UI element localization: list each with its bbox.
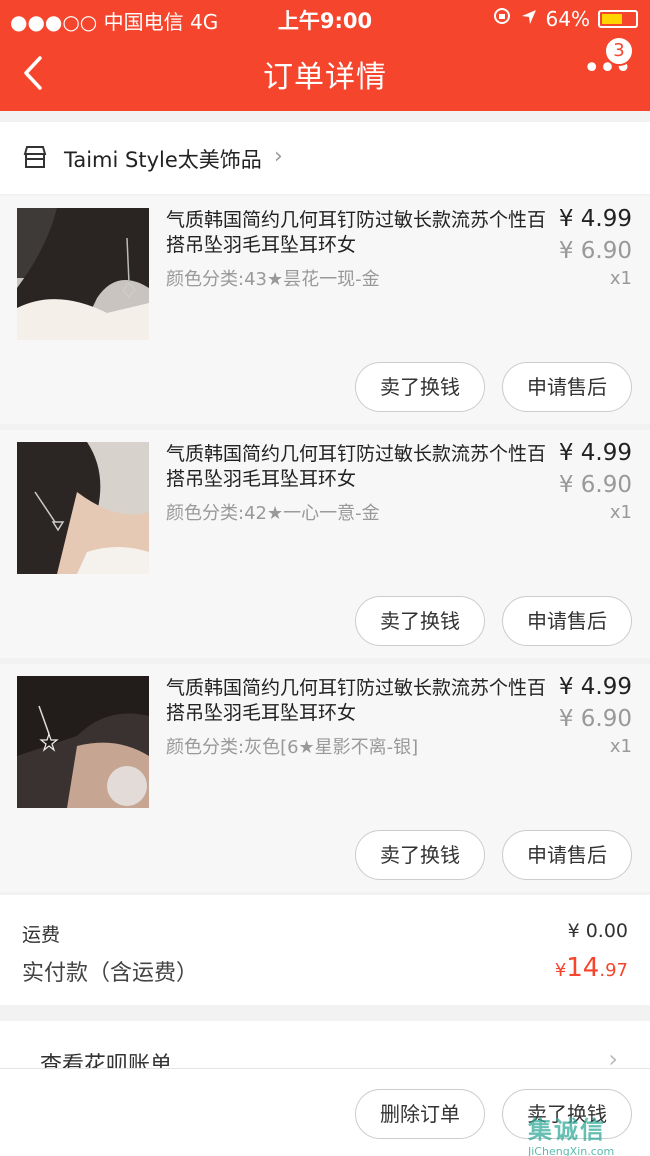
location-icon — [520, 7, 538, 31]
quantity: x1 — [609, 268, 632, 289]
store-icon — [22, 144, 48, 174]
sell-for-cash-button[interactable]: 卖了换钱 — [355, 362, 485, 412]
product-title: 气质韩国简约几何耳钉防过敏长款流苏个性百搭吊坠羽毛耳坠耳环女 — [166, 677, 547, 724]
status-bar: ●●●○○ 中国电信 4G 上午9:00 64% — [0, 0, 650, 36]
shipping-value: ¥ 0.00 — [567, 920, 628, 942]
paid-int: 14 — [566, 953, 600, 983]
paid-label: 实付款（含运费） — [22, 961, 199, 986]
after-sale-button[interactable]: 申请售后 — [502, 830, 632, 880]
watermark-logo: 集诚信 JiChengXin.com — [528, 1110, 646, 1156]
watermark-text: 集诚信 — [528, 1116, 606, 1144]
quantity: x1 — [609, 736, 632, 757]
product-title: 气质韩国简约几何耳钉防过敏长款流苏个性百搭吊坠羽毛耳坠耳环女 — [166, 209, 547, 256]
sell-for-cash-button[interactable]: 卖了换钱 — [355, 830, 485, 880]
order-item[interactable]: 气质韩国简约几何耳钉防过敏长款流苏个性百搭吊坠羽毛耳坠耳环女 颜色分类:灰色[6… — [0, 664, 650, 892]
order-item[interactable]: 气质韩国简约几何耳钉防过敏长款流苏个性百搭吊坠羽毛耳坠耳环女 颜色分类:43★昙… — [0, 196, 650, 424]
paid-currency: ¥ — [554, 960, 567, 981]
payment-summary: 运费 ¥ 0.00 实付款（含运费） ¥14.97 — [0, 895, 650, 1005]
rotation-lock-icon — [492, 6, 512, 31]
product-price: ¥ 4.99 — [558, 206, 632, 232]
product-title: 气质韩国简约几何耳钉防过敏长款流苏个性百搭吊坠羽毛耳坠耳环女 — [166, 443, 547, 490]
original-price: ¥ 6.90 — [558, 472, 632, 498]
original-price: ¥ 6.90 — [558, 238, 632, 264]
watermark-url: JiChengXin.com — [528, 1145, 615, 1156]
page-title: 订单详情 — [263, 60, 387, 95]
battery-icon — [598, 9, 638, 28]
chevron-right-icon: › — [274, 144, 283, 169]
shipping-label: 运费 — [22, 924, 61, 946]
paid-amount: ¥14.97 — [555, 953, 628, 983]
after-sale-button[interactable]: 申请售后 — [502, 362, 632, 412]
product-price: ¥ 4.99 — [558, 440, 632, 466]
status-right: 64% — [492, 6, 638, 31]
after-sale-button[interactable]: 申请售后 — [502, 596, 632, 646]
more-menu-button[interactable]: ••• — [583, 54, 632, 84]
battery-percent: 64% — [545, 6, 590, 31]
product-thumbnail[interactable] — [17, 676, 149, 808]
sell-for-cash-button[interactable]: 卖了换钱 — [355, 596, 485, 646]
delete-order-button[interactable]: 删除订单 — [355, 1089, 485, 1139]
order-item[interactable]: 气质韩国简约几何耳钉防过敏长款流苏个性百搭吊坠羽毛耳坠耳环女 颜色分类:42★一… — [0, 430, 650, 658]
product-spec: 颜色分类:42★一心一意-金 — [166, 503, 380, 524]
top-bar: ●●●○○ 中国电信 4G 上午9:00 64% 订单详情 ••• 3 — [0, 0, 650, 111]
product-price: ¥ 4.99 — [558, 674, 632, 700]
product-thumbnail[interactable] — [17, 208, 149, 340]
shop-name: Taimi Style太美饰品 — [64, 148, 262, 172]
original-price: ¥ 6.90 — [558, 706, 632, 732]
product-spec: 颜色分类:43★昙花一现-金 — [166, 269, 380, 290]
quantity: x1 — [609, 502, 632, 523]
bottom-action-bar: 删除订单 卖了换钱 集诚信 JiChengXin.com — [0, 1068, 650, 1156]
product-thumbnail[interactable] — [17, 442, 149, 574]
nav-bar: 订单详情 ••• 3 — [0, 36, 650, 111]
message-count-badge: 3 — [604, 36, 634, 66]
product-spec: 颜色分类:灰色[6★星影不离-银] — [166, 737, 419, 758]
shop-row[interactable]: Taimi Style太美饰品 › — [0, 122, 650, 194]
paid-dec: .97 — [599, 960, 628, 981]
